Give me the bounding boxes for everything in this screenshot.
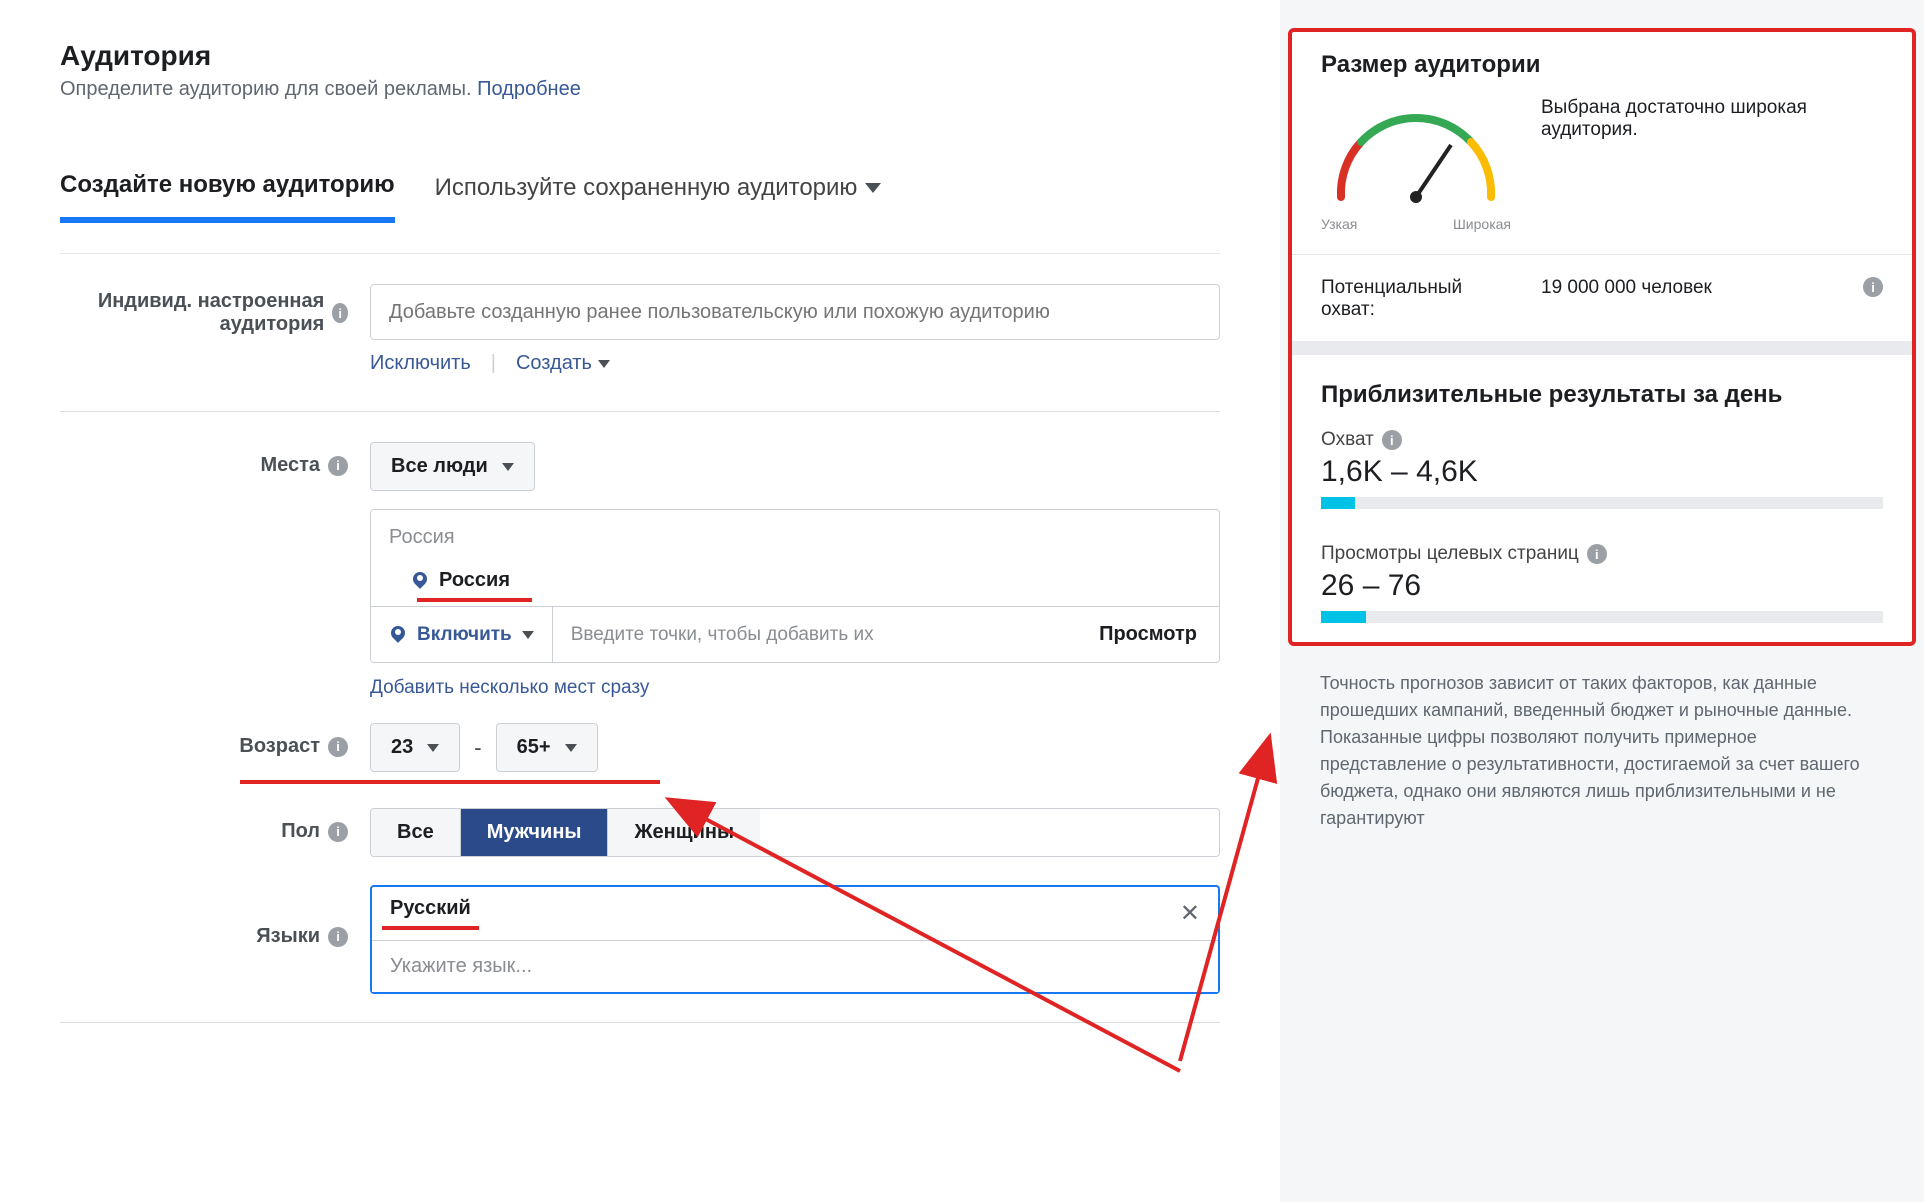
gender-label: Пол [281,820,320,843]
gender-women-button[interactable]: Женщины [608,809,760,856]
reach-bar [1321,497,1883,509]
age-max-select[interactable]: 65+ [496,723,598,772]
age-label: Возраст [239,735,320,758]
audience-size-title: Размер аудитории [1321,51,1883,79]
location-group-header: Россия [371,526,1219,561]
gauge-narrow-label: Узкая [1321,216,1357,232]
audience-size-panel: Размер аудитории Узкая Широкая Выбрана д… [1290,30,1914,644]
info-icon[interactable]: i [1587,544,1607,564]
audience-size-message: Выбрана достаточно широкая аудитория. [1541,97,1883,141]
chevron-down-icon [502,463,514,471]
gender-men-button[interactable]: Мужчины [461,809,609,856]
exclude-link[interactable]: Исключить [370,352,471,375]
gauge-icon [1321,97,1511,207]
add-bulk-locations-link[interactable]: Добавить несколько мест сразу [370,677,1220,699]
people-selector[interactable]: Все люди [370,442,535,491]
gender-all-button[interactable]: Все [371,809,461,856]
info-icon[interactable]: i [328,737,348,757]
info-icon[interactable]: i [1382,430,1402,450]
chevron-down-icon [565,744,577,752]
lpv-metric-value: 26 – 76 [1321,569,1883,603]
language-chip: Русский [390,897,471,930]
create-audience-link[interactable]: Создать [516,352,610,375]
custom-audience-input[interactable] [370,284,1220,340]
page-subtitle: Определите аудиторию для своей рекламы. … [60,78,1220,101]
age-min-select[interactable]: 23 [370,723,460,772]
location-search-input[interactable]: Введите точки, чтобы добавить их [553,624,1077,646]
location-selected[interactable]: Россия [439,569,510,592]
reach-metric-label: Охват [1321,429,1374,451]
chevron-down-icon [427,744,439,752]
custom-audience-label: Индивид. настроенная аудитория [60,290,324,336]
gauge-wide-label: Широкая [1453,216,1511,232]
page-title: Аудитория [60,40,1220,72]
chevron-down-icon [865,183,881,193]
tab-create-audience[interactable]: Создайте новую аудиторию [60,171,395,223]
potential-reach-value: 19 000 000 человек [1541,277,1843,299]
chevron-down-icon [598,360,610,368]
location-pin-icon [411,572,429,590]
lpv-bar [1321,611,1883,623]
include-toggle[interactable]: Включить [371,607,553,662]
reach-metric-value: 1,6K – 4,6K [1321,455,1883,489]
info-icon[interactable]: i [328,456,348,476]
estimate-note: Точность прогнозов зависит от таких факт… [1290,644,1914,832]
view-map-button[interactable]: Просмотр [1077,623,1219,646]
location-pin-icon [389,626,407,644]
estimated-results-title: Приблизительные результаты за день [1321,381,1883,409]
chevron-down-icon [522,631,534,639]
learn-more-link[interactable]: Подробнее [477,78,581,100]
info-icon[interactable]: i [328,927,348,947]
info-icon[interactable]: i [1863,277,1883,297]
language-input[interactable] [372,941,1218,992]
languages-label: Языки [256,925,320,948]
lpv-metric-label: Просмотры целевых страниц [1321,543,1579,565]
places-label: Места [260,454,320,477]
info-icon[interactable]: i [328,822,348,842]
potential-reach-label: Потенциальный охват: [1321,277,1521,321]
tab-saved-audience[interactable]: Используйте сохраненную аудиторию [435,174,882,220]
remove-language-button[interactable]: ✕ [1180,899,1200,928]
info-icon[interactable]: i [332,303,348,323]
